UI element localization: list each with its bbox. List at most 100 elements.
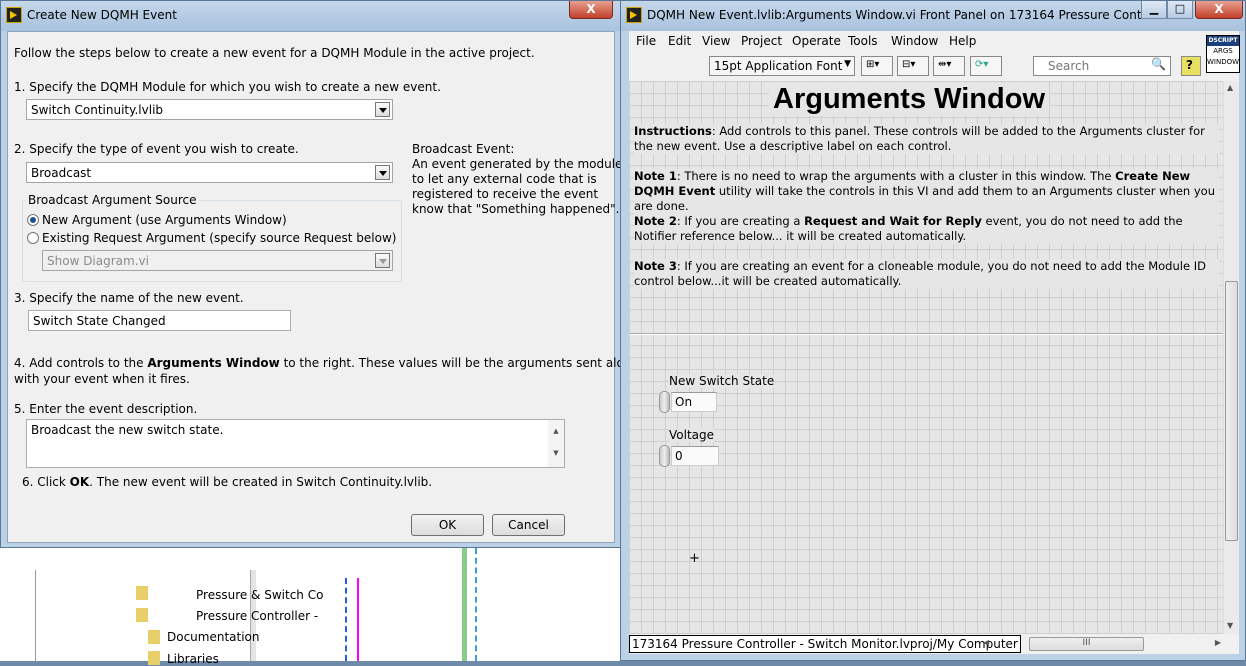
labview-icon — [626, 7, 642, 23]
create-event-dialog: Create New DQMH Event X Follow the steps… — [0, 0, 639, 548]
help-button[interactable]: ? — [1181, 56, 1201, 76]
step3-label: 3. Specify the name of the new event. — [14, 291, 244, 305]
minimize-button[interactable]: ▁ — [1141, 1, 1167, 19]
dialog-body: Follow the steps below to create a new e… — [7, 31, 639, 543]
folder-icon — [136, 608, 148, 622]
step6-label: 6. Click OK. The new event will be creat… — [22, 475, 432, 489]
align-objects-button[interactable]: ⊞▾ — [861, 56, 893, 76]
vertical-scrollbar[interactable]: ▲ ▼ — [1223, 81, 1239, 634]
project-explorer-background: Pressure & Switch Co Pressure Controller… — [0, 548, 620, 666]
step4-label: 4. Add controls to the Arguments Window … — [14, 356, 639, 370]
step4-text: 4. Add controls to the — [14, 356, 148, 370]
group-label: Broadcast Argument Source — [26, 193, 199, 207]
tree-item[interactable]: Pressure & Switch Co — [196, 588, 323, 602]
vi-icon-text: WINDOW — [1207, 58, 1240, 66]
folder-icon — [148, 630, 160, 644]
radio-new-label[interactable]: New Argument (use Arguments Window) — [42, 213, 287, 227]
menu-help[interactable]: Help — [949, 34, 976, 48]
vi-icon: DSCRIPT ARGS WINDOW — [1206, 35, 1240, 73]
reorder-button[interactable]: ⟳▾ — [970, 56, 1002, 76]
description-value: Broadcast the new switch state. — [31, 423, 224, 437]
note1-text: Note 1: There is no need to wrap the arg… — [634, 169, 1219, 214]
step2-label: 2. Specify the type of event you wish to… — [14, 142, 299, 156]
scroll-thumb[interactable]: III — [1029, 637, 1144, 651]
menu-window[interactable]: Window — [891, 34, 938, 48]
font-select[interactable]: 15pt Application Font ▼ — [709, 56, 855, 76]
menu-file[interactable]: File — [636, 34, 656, 48]
event-type-value: Broadcast — [31, 166, 92, 180]
scroll-thumb[interactable] — [1225, 281, 1238, 541]
bold: Note 2 — [634, 214, 677, 228]
step4-bold: Arguments Window — [147, 356, 280, 370]
maximize-button[interactable]: □ — [1167, 1, 1193, 19]
note3-text: Note 3: If you are creating an event for… — [634, 259, 1219, 289]
bold: Request and Wait for Reply — [804, 214, 982, 228]
toolbar: 15pt Application Font ▼ ⊞▾ ⊟▾ ⇹▾ ⟳▾ Searc… — [629, 51, 1204, 81]
step6-text: . The new event will be created in Switc… — [89, 475, 433, 489]
menu-edit[interactable]: Edit — [668, 34, 691, 48]
vi-icon-text: ARGS — [1213, 47, 1233, 55]
intro-text: Follow the steps below to create a new e… — [14, 46, 535, 60]
divider — [629, 333, 1223, 335]
cursor-crosshair-icon: + — [689, 551, 700, 566]
new-switch-state-control[interactable]: On — [671, 392, 717, 412]
module-value: Switch Continuity.lvlib — [31, 103, 164, 117]
help-line: know that "Something happened". — [412, 202, 620, 216]
horizontal-scrollbar[interactable]: ◀ III ▶ — [981, 636, 1223, 652]
voltage-control[interactable]: 0 — [671, 446, 719, 466]
front-panel-window: DQMH New Event.lvlib:Arguments Window.vi… — [620, 0, 1246, 661]
step4-text: to the right. These values will be the a… — [279, 356, 640, 370]
module-select[interactable]: Switch Continuity.lvlib — [26, 99, 393, 120]
help-line: An event generated by the module — [412, 157, 623, 171]
note2-text: Note 2: If you are creating a Request an… — [634, 214, 1219, 244]
chevron-down-icon — [375, 253, 390, 268]
menu-project[interactable]: Project — [741, 34, 782, 48]
text: : There is no need to wrap the arguments… — [676, 169, 1116, 183]
search-box[interactable]: Search 🔍 — [1033, 56, 1171, 76]
tree-item[interactable]: Libraries — [167, 652, 219, 666]
distribute-objects-button[interactable]: ⊟▾ — [897, 56, 929, 76]
chevron-down-icon — [375, 102, 390, 117]
text: utility will take the controls in this V… — [634, 184, 1215, 213]
event-name-input[interactable]: Switch State Changed — [28, 310, 291, 331]
cancel-button[interactable]: Cancel — [492, 514, 565, 536]
radio-existing-label[interactable]: Existing Request Argument (specify sourc… — [42, 231, 396, 245]
front-panel[interactable]: Arguments Window Instructions: Add contr… — [629, 81, 1223, 634]
project-path: 173164 Pressure Controller - Switch Moni… — [629, 635, 1021, 653]
bold: Note 1 — [634, 169, 677, 183]
menu-tools[interactable]: Tools — [848, 34, 878, 48]
menu-operate[interactable]: Operate — [792, 34, 841, 48]
vi-icon-banner: DSCRIPT — [1207, 36, 1239, 46]
menu-bar: File Edit View Project Operate Tools Win… — [629, 31, 1204, 51]
bold: Note 3 — [634, 259, 677, 273]
bold: Instructions — [634, 124, 712, 138]
radio-new-argument[interactable] — [27, 214, 39, 226]
resize-objects-button[interactable]: ⇹▾ — [933, 56, 965, 76]
font-value: 15pt Application Font — [714, 59, 843, 73]
instructions-text: Instructions: Add controls to this panel… — [634, 124, 1219, 154]
tree-item[interactable]: Documentation — [167, 630, 260, 644]
dialog-title: Create New DQMH Event — [27, 8, 177, 22]
numeric-spinner[interactable] — [659, 445, 670, 467]
step6-bold: OK — [69, 475, 90, 489]
help-line: registered to receive the event — [412, 187, 599, 201]
close-button[interactable]: X — [569, 1, 613, 19]
text: : Add controls to this panel. These cont… — [634, 124, 1205, 153]
close-button[interactable]: X — [1195, 1, 1243, 19]
step4-label-cont: with your event when it fires. — [14, 372, 190, 386]
dialog-titlebar: Create New DQMH Event X — [1, 1, 621, 31]
source-request-value: Show Diagram.vi — [47, 254, 149, 268]
ring-spinner[interactable] — [659, 391, 670, 413]
folder-icon — [136, 586, 148, 600]
tree-item[interactable]: Pressure Controller - — [196, 609, 318, 623]
text: : If you are creating an event for a clo… — [634, 259, 1206, 288]
search-icon[interactable]: 🔍 — [1151, 57, 1166, 71]
status-bar: 173164 Pressure Controller - Switch Moni… — [629, 634, 1239, 654]
radio-existing-argument[interactable] — [27, 232, 39, 244]
ok-button[interactable]: OK — [411, 514, 484, 536]
event-type-select[interactable]: Broadcast — [26, 162, 393, 183]
window-titlebar: DQMH New Event.lvlib:Arguments Window.vi… — [621, 1, 1245, 31]
menu-view[interactable]: View — [702, 34, 730, 48]
description-textarea[interactable]: Broadcast the new switch state. ▲ ▼ — [26, 419, 565, 468]
textarea-scrollbar[interactable]: ▲ ▼ — [548, 420, 564, 467]
